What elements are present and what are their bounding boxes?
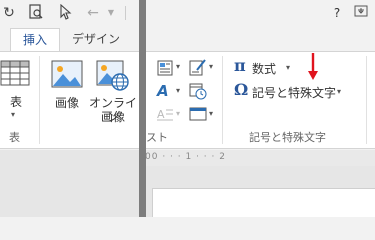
- equation-dropdown-icon[interactable]: ▾: [286, 63, 290, 72]
- help-button[interactable]: ?: [327, 5, 347, 21]
- print-preview-icon[interactable]: [27, 4, 45, 22]
- symbols-group-label: 記号と特殊文字: [249, 131, 326, 144]
- signature-dropdown-icon[interactable]: ▾: [209, 62, 213, 71]
- drop-cap-icon[interactable]: A: [157, 106, 173, 121]
- split-divider: [139, 0, 146, 217]
- quick-access-separator: [125, 6, 126, 20]
- quick-parts-dropdown-icon[interactable]: ▾: [176, 62, 180, 71]
- table-group-label: 表: [9, 131, 20, 144]
- ribbon-tabs: 挿入 デザイン: [0, 28, 375, 52]
- object-icon[interactable]: [189, 106, 207, 121]
- equation-button-label[interactable]: 数式: [252, 60, 276, 77]
- left-panel-background: [0, 150, 140, 217]
- date-time-icon[interactable]: [189, 82, 207, 100]
- symbol-dropdown-icon[interactable]: ▾: [337, 87, 341, 96]
- quick-parts-icon[interactable]: [157, 60, 173, 76]
- annotation-arrow-icon: [307, 53, 319, 81]
- restore-ribbon-button[interactable]: [351, 5, 371, 21]
- online-picture-label-line2[interactable]: 画像: [96, 110, 130, 124]
- online-picture-icon[interactable]: [96, 60, 130, 92]
- picture-button-label[interactable]: 画像: [49, 96, 85, 110]
- svg-text:A: A: [157, 108, 165, 121]
- table-button-label[interactable]: 表: [8, 95, 24, 109]
- wordart-icon[interactable]: A: [157, 83, 173, 99]
- text-group-label: スト: [146, 131, 168, 144]
- table-dropdown-icon[interactable]: ▾: [11, 110, 15, 119]
- pi-icon[interactable]: π: [234, 57, 246, 75]
- drop-cap-dropdown-icon[interactable]: ▾: [176, 109, 180, 118]
- table-icon[interactable]: [0, 60, 32, 88]
- back-arrow-icon[interactable]: ←: [84, 4, 102, 22]
- object-dropdown-icon[interactable]: ▾: [209, 109, 213, 118]
- document-page[interactable]: [152, 188, 375, 217]
- omega-icon[interactable]: Ω: [234, 81, 248, 99]
- wordart-dropdown-icon[interactable]: ▾: [176, 86, 180, 95]
- signature-line-icon[interactable]: [189, 58, 207, 76]
- group-separator: [222, 56, 223, 144]
- symbol-button-label[interactable]: 記号と特殊文字: [252, 84, 336, 101]
- tab-design[interactable]: デザイン: [66, 28, 126, 52]
- picture-icon[interactable]: [51, 60, 85, 90]
- horizontal-ruler: 00 · · · 1 · · · 2: [145, 150, 375, 166]
- pointer-icon[interactable]: [56, 3, 74, 22]
- group-separator: [39, 56, 40, 144]
- title-bar: ↻ ← ▼ ?: [0, 0, 375, 28]
- chevron-down-icon[interactable]: ▼: [102, 4, 120, 22]
- tab-insert[interactable]: 挿入: [10, 28, 60, 52]
- ruler-marks: 00 · · · 1 · · · 2: [145, 152, 226, 162]
- redo-icon[interactable]: ↻: [0, 4, 18, 22]
- group-separator: [366, 56, 367, 144]
